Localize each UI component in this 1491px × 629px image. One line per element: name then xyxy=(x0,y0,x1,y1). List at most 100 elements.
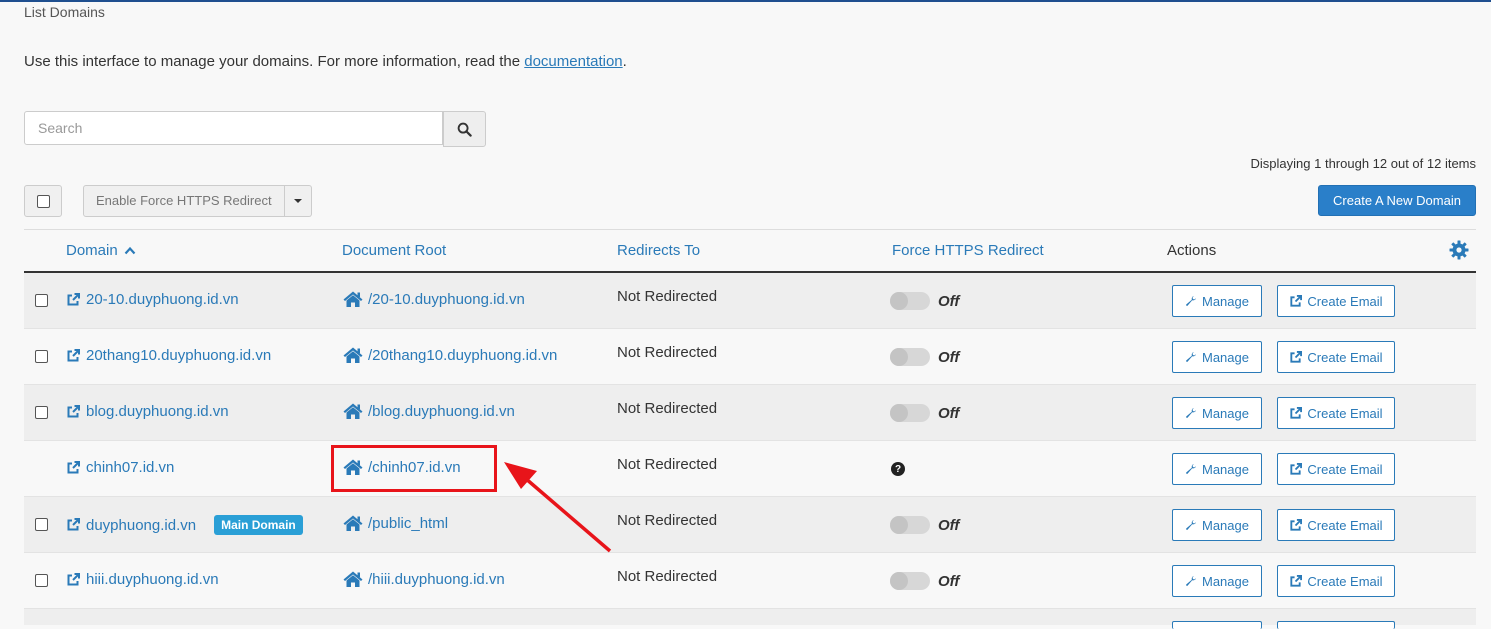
select-all-checkbox-box[interactable] xyxy=(36,194,50,208)
redirect-status: Not Redirected xyxy=(617,568,718,585)
force-https-toggle[interactable]: Off xyxy=(890,572,959,590)
create-email-button[interactable]: Create Email xyxy=(1277,509,1395,541)
domains-table: Domain Document Root Redirects To Force … xyxy=(24,229,1476,629)
documentation-link[interactable]: documentation xyxy=(524,53,622,70)
domain-link[interactable]: blog.duyphuong.id.vn xyxy=(66,403,229,420)
bulk-action-dropdown-toggle[interactable] xyxy=(284,185,312,217)
external-link-icon xyxy=(67,292,80,305)
row-checkbox-box[interactable] xyxy=(35,574,48,587)
toggle-knob xyxy=(890,292,908,310)
domain-name: duyphuong.id.vn xyxy=(86,516,197,534)
column-header-domain[interactable]: Domain xyxy=(66,242,136,259)
row-checkbox[interactable] xyxy=(35,350,48,363)
select-all-checkbox[interactable] xyxy=(24,185,62,217)
column-header-redirects-to[interactable]: Redirects To xyxy=(617,242,700,259)
manage-button[interactable]: Manage xyxy=(1172,509,1262,541)
domain-name: hiii.duyphuong.id.vn xyxy=(86,571,219,588)
redirect-status: Not Redirected xyxy=(617,288,718,305)
document-root-path: /hiii.duyphuong.id.vn xyxy=(368,570,505,588)
manage-label: Manage xyxy=(1202,517,1249,533)
document-root-link[interactable]: /blog.duyphuong.id.vn xyxy=(342,402,515,420)
manage-button-partial[interactable] xyxy=(1172,621,1262,629)
document-root-path: /blog.duyphuong.id.vn xyxy=(368,402,515,420)
external-link-icon xyxy=(1290,406,1303,419)
document-root-link[interactable]: /hiii.duyphuong.id.vn xyxy=(342,570,505,588)
toggle-state-label: Off xyxy=(938,404,960,422)
enable-force-https-button[interactable]: Enable Force HTTPS Redirect xyxy=(83,185,285,217)
wrench-icon xyxy=(1186,520,1196,530)
row-checkbox[interactable] xyxy=(35,406,48,419)
force-https-toggle[interactable]: Off xyxy=(890,348,959,366)
create-email-button[interactable]: Create Email xyxy=(1277,565,1395,597)
external-link-icon xyxy=(1290,574,1303,587)
force-https-toggle[interactable]: Off xyxy=(890,404,959,422)
row-checkbox-box[interactable] xyxy=(35,518,48,531)
row-checkbox[interactable] xyxy=(35,518,48,531)
domain-link[interactable]: 20-10.duyphuong.id.vn xyxy=(66,291,239,308)
top-border xyxy=(0,0,1491,2)
document-root-link[interactable]: /public_html xyxy=(342,514,448,532)
toggle-switch[interactable] xyxy=(890,516,930,534)
toggle-state-label: Off xyxy=(938,516,960,534)
column-header-document-root[interactable]: Document Root xyxy=(342,242,446,259)
create-email-label: Create Email xyxy=(1307,349,1383,365)
row-checkbox-box[interactable] xyxy=(35,294,48,307)
create-email-label: Create Email xyxy=(1307,293,1383,309)
table-row: hiii.duyphuong.id.vn /hiii.duyphuong.id.… xyxy=(24,553,1476,609)
highlight-annotation-box xyxy=(331,445,497,492)
row-checkbox-box[interactable] xyxy=(35,406,48,419)
create-email-button[interactable]: Create Email xyxy=(1277,285,1395,317)
table-row: duyphuong.id.vn Main Domain /public_html… xyxy=(24,497,1476,553)
table-row: 20-10.duyphuong.id.vn /20-10.duyphuong.i… xyxy=(24,273,1476,329)
domain-link[interactable]: hiii.duyphuong.id.vn xyxy=(66,571,219,588)
create-domain-button[interactable]: Create A New Domain xyxy=(1318,185,1476,216)
search-input[interactable] xyxy=(24,111,443,145)
gear-icon[interactable] xyxy=(1449,240,1469,260)
search-button[interactable] xyxy=(443,111,486,147)
redirect-status: Not Redirected xyxy=(617,512,718,529)
create-email-button[interactable]: Create Email xyxy=(1277,341,1395,373)
domain-name: blog.duyphuong.id.vn xyxy=(86,403,229,420)
create-email-button-partial[interactable] xyxy=(1277,621,1395,629)
document-root-link[interactable]: /20-10.duyphuong.id.vn xyxy=(342,290,525,308)
column-header-force-https[interactable]: Force HTTPS Redirect xyxy=(892,242,1044,259)
question-circle-icon[interactable]: ? xyxy=(891,462,905,476)
intro-text-body: Use this interface to manage your domain… xyxy=(24,53,525,70)
domain-link[interactable]: chinh07.id.vn xyxy=(66,459,174,476)
manage-button[interactable]: Manage xyxy=(1172,285,1262,317)
force-https-toggle[interactable]: Off xyxy=(890,516,959,534)
domain-link[interactable]: duyphuong.id.vn Main Domain xyxy=(66,515,303,535)
external-link-icon xyxy=(1290,350,1303,363)
manage-button[interactable]: Manage xyxy=(1172,397,1262,429)
document-root-link[interactable]: /20thang10.duyphuong.id.vn xyxy=(342,346,557,364)
wrench-icon xyxy=(1186,352,1196,362)
toggle-switch[interactable] xyxy=(890,572,930,590)
manage-label: Manage xyxy=(1202,461,1249,477)
document-root-path: /20thang10.duyphuong.id.vn xyxy=(368,346,558,364)
page-title: List Domains xyxy=(24,4,105,20)
force-https-status: ? xyxy=(890,460,905,476)
row-checkbox[interactable] xyxy=(35,294,48,307)
toggle-switch[interactable] xyxy=(890,404,930,422)
toggle-state-label: Off xyxy=(938,572,960,590)
domain-link[interactable]: 20thang10.duyphuong.id.vn xyxy=(66,347,271,364)
manage-button[interactable]: Manage xyxy=(1172,453,1262,485)
create-email-button[interactable]: Create Email xyxy=(1277,397,1395,429)
row-checkbox-box[interactable] xyxy=(35,350,48,363)
intro-text-end: . xyxy=(622,53,627,70)
manage-button[interactable]: Manage xyxy=(1172,341,1262,373)
create-email-button[interactable]: Create Email xyxy=(1277,453,1395,485)
external-link-icon xyxy=(67,348,80,361)
external-link-icon xyxy=(1290,294,1303,307)
toggle-switch[interactable] xyxy=(890,292,930,310)
toggle-knob xyxy=(890,404,908,422)
row-checkbox[interactable] xyxy=(35,574,48,587)
external-link-icon xyxy=(67,518,80,531)
toggle-switch[interactable] xyxy=(890,348,930,366)
create-email-label: Create Email xyxy=(1307,405,1383,421)
table-row: chinh07.id.vn /chinh07.id.vn Not Redirec… xyxy=(24,441,1476,497)
caret-down-icon xyxy=(293,199,302,203)
manage-button[interactable]: Manage xyxy=(1172,565,1262,597)
search-icon xyxy=(457,122,472,137)
force-https-toggle[interactable]: Off xyxy=(890,292,959,310)
